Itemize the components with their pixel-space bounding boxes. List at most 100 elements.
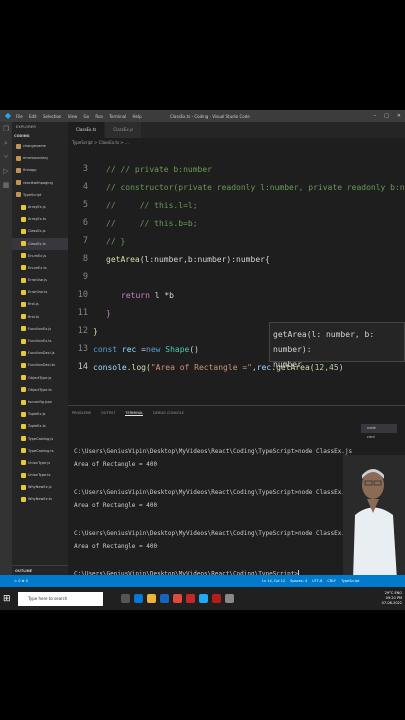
code-line: 3 // // private b:number (68, 160, 405, 178)
vscode-taskbar-icon[interactable] (199, 594, 208, 603)
variable: rec (256, 362, 272, 372)
file-item[interactable]: FunctionDecl.js (12, 347, 68, 359)
tab-terminal[interactable]: TERMINAL (125, 411, 144, 416)
file-item[interactable]: FunctionEx.ts (12, 335, 68, 347)
problems-count[interactable]: ⚠ 0 ⊗ 0 (14, 579, 28, 583)
file-item[interactable]: ErrorUse.js (12, 274, 68, 286)
window-controls: – □ ✕ (374, 113, 401, 119)
maximize-icon[interactable]: □ (384, 113, 389, 119)
tree-item-label: WhyNewEx.ts (28, 497, 52, 502)
app-icon[interactable] (186, 594, 195, 603)
source-control-icon[interactable]: ⑂ (0, 150, 12, 164)
file-item[interactable]: EnumEx.js (12, 250, 68, 262)
folder-icon (16, 167, 21, 173)
windows-start-icon[interactable]: ⊞ (3, 594, 13, 604)
file-item[interactable]: TypeCasting.ts (12, 445, 68, 457)
recorder-icon[interactable] (212, 594, 221, 603)
line-number: 9 (82, 272, 88, 282)
menu-run[interactable]: Run (95, 114, 103, 119)
menu-view[interactable]: View (68, 114, 78, 119)
code-editor[interactable]: 3 // // private b:number 4 // constructo… (68, 160, 405, 430)
language-mode[interactable]: TypeScript (341, 579, 359, 583)
file-item[interactable]: FunctionEx.js (12, 323, 68, 335)
file-tree: changename errorboundary firstapp reacttwit… (12, 140, 68, 506)
file-item[interactable]: ClassEx.js (12, 225, 68, 237)
extensions-icon[interactable]: ▦ (0, 178, 12, 192)
tree-item-label: ArrayEx.ts (28, 217, 47, 222)
clock-date[interactable]: 07-08-2022 (382, 601, 402, 606)
line-ending[interactable]: CRLF (327, 579, 336, 583)
file-item[interactable]: first.js (12, 298, 68, 310)
file-item[interactable]: TupleEx.ts (12, 420, 68, 432)
breadcrumb[interactable]: TypeScript > ClassEx.ts > ... (72, 140, 129, 145)
file-item[interactable]: ArrayEx.ts (12, 213, 68, 225)
folder-item[interactable]: errorboundary (12, 152, 68, 164)
close-icon[interactable]: ✕ (397, 113, 401, 119)
terminal-item-cmd[interactable]: cmd (361, 433, 397, 442)
folder-item[interactable]: firstapp (12, 164, 68, 176)
file-icon (21, 436, 26, 442)
file-item[interactable]: UnionType.ts (12, 469, 68, 481)
tab-classex-ts[interactable]: ClassEx.ts (68, 122, 106, 138)
tab-classex-js[interactable]: ClassEx.js (105, 122, 143, 138)
weather[interactable]: 29°C (385, 591, 394, 595)
file-item[interactable]: WhyNewEx.ts (12, 493, 68, 505)
file-explorer-icon[interactable] (147, 594, 156, 603)
menu-file[interactable]: File (16, 114, 23, 119)
run-debug-icon[interactable]: ▷ (0, 164, 12, 178)
app-icon[interactable] (225, 594, 234, 603)
file-item[interactable]: ObjectType.ts (12, 384, 68, 396)
tree-item-label: TypeCasting.js (28, 436, 54, 441)
tab-problems[interactable]: PROBLEMS (72, 411, 91, 415)
line-number: 4 (82, 182, 88, 192)
indentation[interactable]: Spaces: 4 (290, 579, 307, 583)
workspace-root[interactable]: CODING (12, 132, 68, 140)
files-icon[interactable]: ❐ (0, 122, 12, 136)
taskbar-search[interactable]: Type here to search (18, 591, 103, 606)
keyword: return (121, 290, 150, 300)
editor-tabs: ClassEx.ts ClassEx.js (68, 122, 405, 138)
tree-item-label: ErrorUse.ts (28, 290, 48, 295)
task-view-icon[interactable] (121, 594, 130, 603)
search-icon[interactable]: ⌕ (0, 136, 12, 150)
minimize-icon[interactable]: – (374, 113, 377, 119)
file-item[interactable]: UnionType.js (12, 457, 68, 469)
activity-bar: ❐ ⌕ ⑂ ▷ ▦ (0, 122, 12, 588)
tab-debug-console[interactable]: DEBUG CONSOLE (153, 411, 184, 415)
tree-item-label: tscconfig.json (28, 399, 53, 404)
folder-item[interactable]: changename (12, 140, 68, 152)
menu-selection[interactable]: Selection (43, 114, 61, 119)
language-indicator[interactable]: ENG (394, 591, 402, 595)
file-item[interactable]: first.ts (12, 311, 68, 323)
file-item[interactable]: ErrorUse.ts (12, 286, 68, 298)
menu-terminal[interactable]: Terminal (109, 114, 126, 119)
file-item[interactable]: ArrayEx.js (12, 201, 68, 213)
menu-edit[interactable]: Edit (29, 114, 37, 119)
code-text: () (189, 344, 199, 354)
file-icon (21, 387, 26, 393)
folder-item[interactable]: TypeScript (12, 189, 68, 201)
terminal-item-node[interactable]: node (361, 424, 397, 433)
file-item[interactable]: ObjectType.js (12, 372, 68, 384)
cursor-position[interactable]: Ln 14, Col 12 (262, 579, 285, 583)
file-item[interactable]: ClassEx.ts (12, 237, 68, 250)
tab-output[interactable]: OUTPUT (101, 411, 115, 415)
outline-section[interactable]: OUTLINE (12, 565, 68, 575)
chrome-icon[interactable] (173, 594, 182, 603)
terminal-list: node cmd (361, 424, 397, 442)
tree-item-label: TupleEx.js (28, 412, 46, 417)
method-name: getArea (106, 254, 140, 264)
encoding[interactable]: UTF-8 (312, 579, 322, 583)
file-item[interactable]: EnumEx.ts (12, 262, 68, 274)
store-icon[interactable] (160, 594, 169, 603)
file-item[interactable]: TupleEx.js (12, 408, 68, 420)
edge-icon[interactable] (134, 594, 143, 603)
menu-go[interactable]: Go (84, 114, 90, 119)
file-icon (21, 265, 26, 271)
file-item[interactable]: WhyNewEx.js (12, 481, 68, 493)
folder-item[interactable]: reacttwithpaging (12, 177, 68, 189)
file-item[interactable]: FunctionDecl.ts (12, 359, 68, 371)
file-item[interactable]: tscconfig.json (12, 396, 68, 408)
menu-help[interactable]: Help (132, 114, 141, 119)
file-item[interactable]: TypeCasting.js (12, 433, 68, 445)
